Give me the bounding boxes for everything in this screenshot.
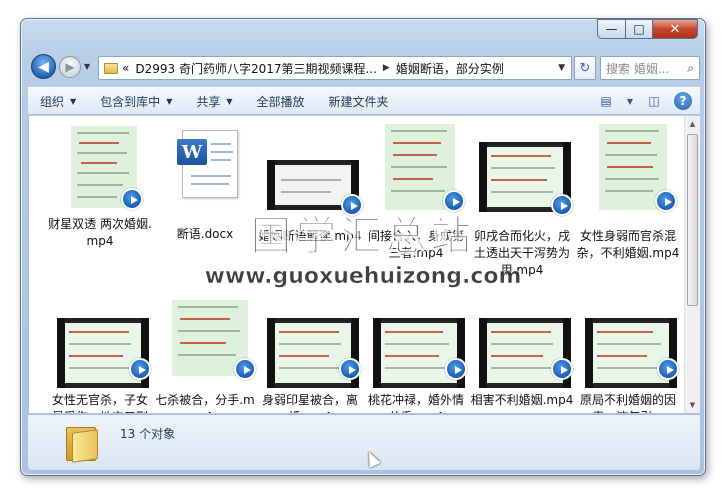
- media-player-icon: [551, 194, 573, 216]
- media-player-icon: [129, 358, 151, 380]
- refresh-icon[interactable]: ↻: [574, 56, 596, 80]
- video-thumbnail: [585, 120, 677, 212]
- file-item[interactable]: 财星双透 两次婚姻.mp4: [47, 120, 153, 250]
- media-player-icon: [234, 358, 256, 380]
- file-item[interactable]: 女性无官杀，子女星受伤，地支三刑不利婚...: [47, 296, 153, 413]
- help-icon[interactable]: ?: [674, 92, 692, 110]
- share-menu[interactable]: 共享 ▼: [184, 88, 244, 114]
- video-thumbnail: [479, 120, 573, 216]
- chevron-down-icon: ▼: [166, 96, 173, 106]
- file-list: 财星双透 两次婚姻.mp4 W 断语.docx 婚姻断语解读.mp4 间接合入，…: [28, 116, 700, 413]
- breadcrumb-overflow[interactable]: «: [122, 61, 129, 75]
- maximize-button[interactable]: □: [625, 19, 652, 39]
- folder-icon: [104, 62, 118, 74]
- media-player-icon: [443, 190, 465, 212]
- breadcrumb-current[interactable]: 婚姻断语，部分实例: [396, 60, 504, 77]
- chevron-down-icon: ▼: [70, 96, 77, 106]
- close-button[interactable]: ✕: [652, 19, 698, 39]
- file-name: 相害不利婚姻.mp4: [470, 393, 574, 407]
- file-name: 财星双透 两次婚姻.mp4: [48, 217, 152, 248]
- breadcrumb-separator-icon[interactable]: ▶: [383, 63, 390, 73]
- file-item[interactable]: 原局不利婚姻的因素，流年引...: [575, 296, 681, 413]
- new-folder-button[interactable]: 新建文件夹: [317, 88, 401, 114]
- file-item[interactable]: 卯戌合而化火，戌土透出天干泻势为用.mp4: [469, 120, 575, 277]
- media-player-icon: [339, 358, 361, 380]
- word-document-icon: W: [177, 130, 238, 198]
- window-controls: — □ ✕: [597, 19, 698, 39]
- file-item[interactable]: 女性身弱而官杀混杂，不利婚姻.mp4: [575, 120, 681, 270]
- file-item[interactable]: 七杀被合，分手.mp4: [152, 296, 258, 413]
- play-all-button[interactable]: 全部播放: [245, 88, 317, 114]
- item-count: 13 个对象: [120, 427, 176, 441]
- toolbar-right: ▤ ▼ ◫ ?: [596, 92, 692, 110]
- video-thumbnail: [162, 296, 256, 386]
- file-item[interactable]: W 断语.docx: [152, 120, 258, 250]
- include-label: 包含到库中: [100, 94, 161, 109]
- media-player-icon: [121, 188, 143, 210]
- address-bar[interactable]: « D2993 奇门药师八字2017第三期视频课程... ▶ 婚姻断语，部分实例…: [98, 56, 572, 80]
- media-player-icon: [445, 358, 467, 380]
- media-player-icon: [657, 358, 679, 380]
- back-arrow-icon[interactable]: ◀: [31, 54, 56, 79]
- organize-label: 组织: [40, 94, 65, 109]
- media-player-icon: [341, 194, 363, 216]
- scrollbar-thumb[interactable]: [687, 134, 698, 306]
- details-pane: 13 个对象: [28, 414, 700, 470]
- share-label: 共享: [196, 94, 221, 109]
- file-item[interactable]: 间接合入，身成第三者.mp4: [363, 120, 469, 260]
- file-name: 女性无官杀，子女星受伤，地支三刑不利婚...: [51, 393, 148, 413]
- folder-icon: [66, 427, 102, 463]
- media-player-icon: [655, 190, 677, 212]
- forward-arrow-icon[interactable]: ▶: [59, 56, 81, 78]
- file-name: 卯戌合而化火，戌土透出天干泻势为用.mp4: [473, 229, 570, 277]
- file-name: 女性身弱而官杀混杂，不利婚姻.mp4: [576, 229, 680, 260]
- file-name: 原局不利婚姻的因素，流年引...: [579, 393, 676, 413]
- vertical-scrollbar[interactable]: ▲ ▼: [684, 116, 700, 413]
- file-item[interactable]: 身弱印星被合，离婚.mp4: [257, 296, 363, 413]
- video-thumbnail: [267, 296, 361, 388]
- search-placeholder: 搜索 婚姻...: [606, 61, 670, 76]
- search-icon[interactable]: ⌕: [687, 61, 694, 76]
- video-thumbnail: [479, 296, 573, 388]
- organize-menu[interactable]: 组织 ▼: [28, 88, 88, 114]
- scroll-up-icon[interactable]: ▲: [685, 116, 700, 132]
- video-thumbnail: [373, 120, 465, 212]
- video-thumbnail: [373, 296, 467, 388]
- file-name: 婚姻断语解读.mp4: [258, 229, 362, 243]
- breadcrumb-parent[interactable]: D2993 奇门药师八字2017第三期视频课程...: [135, 60, 377, 77]
- explorer-window: — □ ✕ ◀ ▶ ▼ « D2993 奇门药师八字2017第三期视频课程...…: [20, 18, 706, 476]
- file-name: 七杀被合，分手.mp4: [155, 393, 255, 413]
- file-item[interactable]: 婚姻断语解读.mp4: [257, 120, 363, 250]
- search-input[interactable]: 搜索 婚姻... ⌕: [600, 56, 700, 80]
- include-in-library-menu[interactable]: 包含到库中 ▼: [88, 88, 184, 114]
- minimize-button[interactable]: —: [597, 19, 625, 39]
- video-thumbnail: [57, 120, 149, 210]
- file-name: 桃花冲禄，婚外情分手.mp4: [367, 393, 464, 413]
- media-player-icon: [551, 358, 573, 380]
- file-item[interactable]: 相害不利婚姻.mp4: [469, 296, 575, 413]
- file-item[interactable]: 桃花冲禄，婚外情分手.mp4: [363, 296, 469, 413]
- command-toolbar: 组织 ▼ 包含到库中 ▼ 共享 ▼ 全部播放 新建文件夹 ▤ ▼ ◫ ?: [28, 87, 700, 115]
- video-thumbnail: [585, 296, 679, 388]
- scroll-down-icon[interactable]: ▼: [685, 397, 700, 413]
- preview-pane-icon[interactable]: ◫: [644, 92, 664, 110]
- view-options-icon[interactable]: ▤: [596, 92, 616, 110]
- navigation-bar: ◀ ▶ ▼ « D2993 奇门药师八字2017第三期视频课程... ▶ 婚姻断…: [28, 49, 700, 83]
- chevron-down-icon: ▼: [226, 96, 233, 106]
- file-name: 断语.docx: [176, 227, 234, 241]
- recent-pages-dropdown-icon[interactable]: ▼: [84, 62, 90, 71]
- video-thumbnail: [267, 120, 363, 216]
- file-name: 身弱印星被合，离婚.mp4: [261, 393, 358, 413]
- video-thumbnail: [57, 296, 151, 388]
- address-dropdown-icon[interactable]: ▼: [558, 63, 565, 73]
- file-name: 间接合入，身成第三者.mp4: [367, 229, 464, 260]
- view-dropdown-icon[interactable]: ▼: [626, 92, 634, 110]
